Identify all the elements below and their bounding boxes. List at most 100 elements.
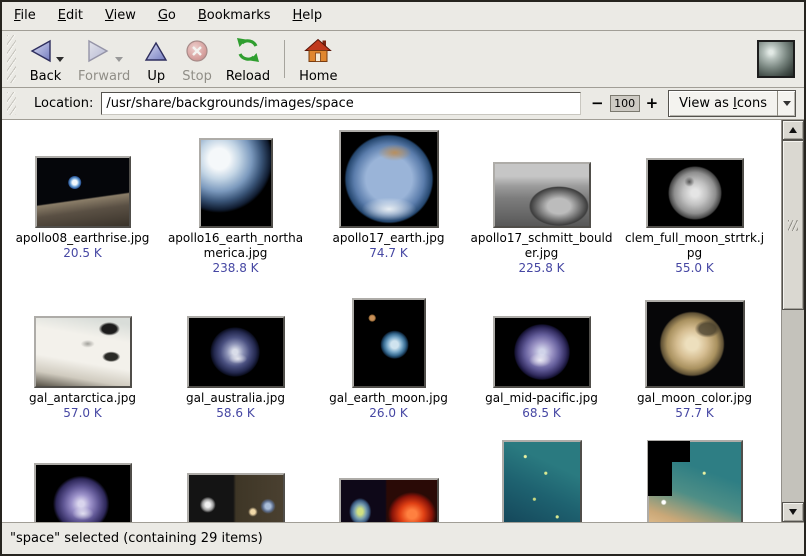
file-item[interactable]: [6, 446, 159, 522]
location-bar: Location: − 100 + View as Icons: [2, 88, 804, 119]
file-item[interactable]: [159, 446, 312, 522]
file-size: 57.7 K: [675, 406, 713, 421]
toolbar-drag-handle[interactable]: [7, 35, 16, 83]
home-button[interactable]: Home: [292, 32, 344, 86]
file-item[interactable]: apollo17_schmitt_boulder.jpg 225.8 K: [465, 126, 618, 286]
earth-and-moon-thumbnail[interactable]: [352, 298, 426, 388]
icon-grid-row-partial: [6, 446, 781, 522]
purple-earth-globe-thumbnail[interactable]: [34, 463, 132, 522]
reload-button[interactable]: Reload: [219, 32, 277, 86]
icon-view[interactable]: apollo08_earthrise.jpg 20.5 K apollo16_e…: [2, 120, 781, 522]
earth-partial-globe-thumbnail[interactable]: [199, 138, 273, 228]
file-item[interactable]: gal_moon_color.jpg 57.7 K: [618, 286, 771, 446]
earth-pacific-thumbnail[interactable]: [493, 316, 591, 388]
file-item[interactable]: gal_earth_moon.jpg 26.0 K: [312, 286, 465, 446]
file-name: apollo16_earth_northamerica.jpg: [163, 231, 309, 261]
file-item[interactable]: [618, 446, 771, 522]
file-item[interactable]: gal_australia.jpg 58.6 K: [159, 286, 312, 446]
forward-button[interactable]: Forward: [71, 32, 137, 86]
teal-orange-nebula-thumbnail[interactable]: [647, 440, 743, 522]
zoom-in-button[interactable]: +: [646, 96, 659, 111]
file-item[interactable]: gal_antarctica.jpg 57.0 K: [6, 286, 159, 446]
file-item[interactable]: apollo17_earth.jpg 74.7 K: [312, 126, 465, 286]
icon-grid-row: apollo08_earthrise.jpg 20.5 K apollo16_e…: [6, 126, 781, 286]
antarctica-thumbnail[interactable]: [34, 316, 132, 388]
file-size: 225.8 K: [518, 261, 564, 276]
teal-nebula-thumbnail[interactable]: [502, 440, 582, 522]
chevron-down-icon: [783, 101, 791, 106]
scrollbar-track[interactable]: [782, 310, 804, 502]
reload-icon: [235, 37, 261, 67]
scroll-up-button[interactable]: [782, 120, 804, 140]
galaxy-collision-thumbnail[interactable]: [187, 473, 285, 522]
file-name: gal_australia.jpg: [186, 391, 285, 406]
file-size: 238.8 K: [212, 261, 258, 276]
stop-button-label: Stop: [182, 69, 212, 84]
file-name: apollo17_earth.jpg: [333, 231, 445, 246]
menu-view[interactable]: View: [94, 2, 147, 30]
back-icon: [27, 39, 53, 67]
file-manager-window: File Edit View Go Bookmarks Help Back: [0, 0, 806, 556]
view-as-arrow-button[interactable]: [777, 91, 795, 116]
red-nebula-pair-thumbnail[interactable]: [339, 478, 439, 522]
file-item[interactable]: clem_full_moon_strtrk.jpg 55.0 K: [618, 126, 771, 286]
zoom-control: − 100 +: [591, 95, 658, 112]
full-moon-thumbnail[interactable]: [646, 158, 744, 228]
file-name: gal_moon_color.jpg: [637, 391, 752, 406]
menubar: File Edit View Go Bookmarks Help: [2, 2, 804, 30]
back-history-chevron-icon[interactable]: [56, 57, 64, 62]
menu-edit[interactable]: Edit: [47, 2, 94, 30]
zoom-level-indicator[interactable]: 100: [610, 95, 640, 112]
icon-grid-row: gal_antarctica.jpg 57.0 K gal_australia.…: [6, 286, 781, 446]
file-item[interactable]: apollo08_earthrise.jpg 20.5 K: [6, 126, 159, 286]
location-input[interactable]: [101, 92, 581, 115]
menu-bookmarks[interactable]: Bookmarks: [187, 2, 282, 30]
up-icon: [144, 39, 168, 67]
moon-boulder-thumbnail[interactable]: [493, 162, 591, 228]
toolbar: Back Forward Up: [2, 31, 804, 87]
forward-icon: [86, 39, 112, 67]
file-item[interactable]: [312, 446, 465, 522]
file-name: gal_earth_moon.jpg: [329, 391, 448, 406]
view-as-label: View as Icons: [669, 96, 777, 111]
file-name: gal_mid-pacific.jpg: [485, 391, 598, 406]
back-button[interactable]: Back: [20, 32, 71, 86]
scroll-down-button[interactable]: [782, 502, 804, 522]
locationbar-drag-handle[interactable]: [7, 92, 16, 115]
scroll-up-icon: [789, 127, 797, 133]
location-label: Location:: [34, 96, 93, 111]
file-item[interactable]: [465, 446, 618, 522]
file-size: 58.6 K: [216, 406, 254, 421]
file-size: 74.7 K: [369, 246, 407, 261]
forward-history-chevron-icon[interactable]: [115, 57, 123, 62]
home-icon: [304, 38, 332, 67]
earth-australia-thumbnail[interactable]: [187, 316, 285, 388]
menu-help[interactable]: Help: [282, 2, 334, 30]
status-text: "space" selected (containing 29 items): [10, 531, 263, 546]
status-bar: "space" selected (containing 29 items): [2, 523, 804, 554]
stop-icon: [185, 39, 209, 67]
menu-go[interactable]: Go: [147, 2, 187, 30]
file-item[interactable]: apollo16_earth_northamerica.jpg 238.8 K: [159, 126, 312, 286]
file-name: clem_full_moon_strtrk.jpg: [622, 231, 768, 261]
file-size: 68.5 K: [522, 406, 560, 421]
toolbar-separator: [284, 40, 285, 78]
folder-content: apollo08_earthrise.jpg 20.5 K apollo16_e…: [2, 120, 804, 522]
reload-button-label: Reload: [226, 69, 270, 84]
up-button[interactable]: Up: [137, 32, 175, 86]
menu-file[interactable]: File: [3, 2, 47, 30]
file-size: 57.0 K: [63, 406, 101, 421]
earthrise-photo-thumbnail[interactable]: [35, 156, 131, 228]
home-button-label: Home: [299, 69, 337, 84]
file-item[interactable]: gal_mid-pacific.jpg 68.5 K: [465, 286, 618, 446]
full-earth-thumbnail[interactable]: [339, 130, 439, 228]
file-size: 55.0 K: [675, 261, 713, 276]
scrollbar-thumb[interactable]: [782, 140, 804, 310]
color-moon-thumbnail[interactable]: [645, 300, 745, 388]
zoom-out-button[interactable]: −: [591, 96, 604, 111]
stop-button[interactable]: Stop: [175, 32, 219, 86]
file-name: apollo08_earthrise.jpg: [16, 231, 150, 246]
forward-button-label: Forward: [78, 69, 130, 84]
globe-throbber-icon: [757, 40, 795, 78]
view-as-dropdown[interactable]: View as Icons: [668, 90, 796, 117]
